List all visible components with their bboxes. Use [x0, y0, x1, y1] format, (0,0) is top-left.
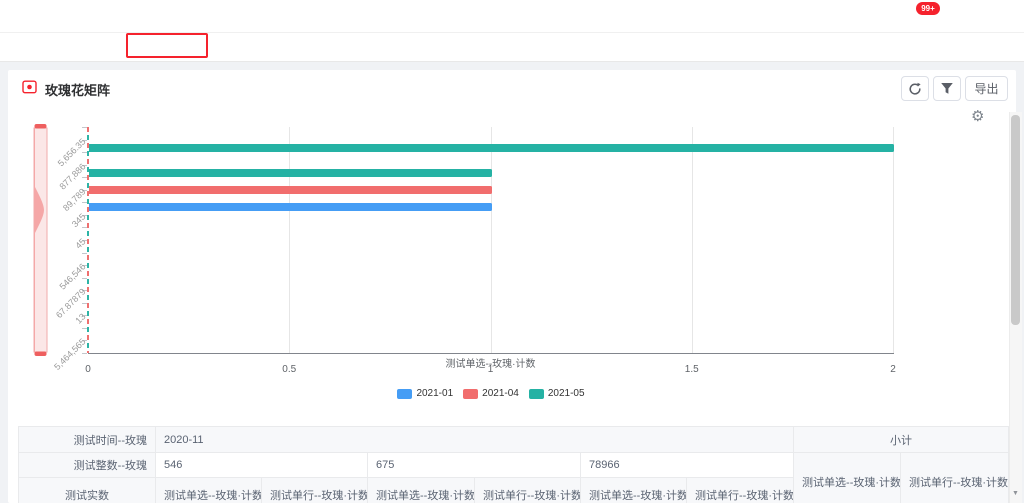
table-row: 测试整数--玫瑰 546 675 78966 测试单选--玫瑰·计数 测试单行-…: [19, 453, 1009, 478]
x-axis-tick-label: 0: [85, 364, 91, 375]
x-axis-tick-label: 1.5: [685, 364, 699, 375]
subtotal-col-header: 测试单行--玫瑰·计数: [901, 453, 1009, 503]
col-header: 测试单行--玫瑰·计数: [475, 478, 581, 503]
col-header: 测试单行--玫瑰·计数: [262, 478, 368, 503]
legend-item-2021-05[interactable]: 2021-05: [529, 388, 585, 399]
table-row: 测试时间--玫瑰 2020-11 小计: [19, 427, 1009, 453]
legend-item-2021-04[interactable]: 2021-04: [463, 388, 519, 399]
gridline: [289, 127, 290, 353]
y-axis-tick: [82, 177, 87, 178]
chart-legend: 2021-01 2021-04 2021-05: [88, 388, 894, 399]
subtotal-col-header: 测试单选--玫瑰·计数: [794, 453, 901, 503]
nav-bar: [0, 33, 1024, 62]
x-axis-line: [88, 353, 894, 354]
gridline: [491, 127, 492, 353]
table-cell: 675: [368, 453, 581, 478]
table-cell: 2020-11: [156, 427, 794, 453]
bar-2021-05: [89, 144, 894, 152]
y-axis-category-label: 45: [73, 236, 87, 250]
scrollbar-thumb[interactable]: [1011, 115, 1020, 325]
x-axis-title: 测试单选--玫瑰·计数: [446, 355, 536, 370]
bar-2021-05: [89, 169, 492, 177]
col-header: 测试单行--玫瑰·计数: [687, 478, 794, 503]
row-label: 测试实数: [19, 478, 156, 503]
y-axis-category-label: 546,546: [57, 262, 87, 292]
y-axis-tick: [82, 328, 87, 329]
summary-table: 测试时间--玫瑰 2020-11 小计 测试整数--玫瑰 546 675 789…: [18, 426, 1008, 503]
y-axis-tick: [82, 303, 87, 304]
row-label: 测试整数--玫瑰: [19, 453, 156, 478]
x-axis-tick-label: 2: [890, 364, 896, 375]
legend-label: 2021-05: [548, 388, 585, 399]
y-axis-category-label: 13: [73, 312, 87, 326]
bar-2021-01: [89, 203, 492, 211]
table-cell: 78966: [581, 453, 794, 478]
scrollbar-down-arrow-icon[interactable]: ▼: [1012, 490, 1019, 497]
col-header: 测试单选--玫瑰·计数: [581, 478, 687, 503]
y-axis-tick: [82, 152, 87, 153]
y-axis-tick: [82, 253, 87, 254]
gridline: [893, 127, 894, 353]
y-axis-category-label: 5,464,565: [52, 337, 87, 372]
legend-swatch: [529, 389, 544, 399]
y-axis-line: [87, 127, 89, 353]
notification-badge: 99+: [916, 2, 940, 15]
subtotal-header: 小计: [794, 427, 1009, 453]
legend-label: 2021-01: [416, 388, 453, 399]
y-axis-tick: [82, 278, 87, 279]
row-label: 测试时间--玫瑰: [19, 427, 156, 453]
legend-item-2021-01[interactable]: 2021-01: [397, 388, 453, 399]
legend-swatch: [397, 389, 412, 399]
gridline: [692, 127, 693, 353]
legend-swatch: [463, 389, 478, 399]
y-axis-tick: [82, 227, 87, 228]
table-cell: 546: [156, 453, 368, 478]
col-header: 测试单选--玫瑰·计数: [368, 478, 475, 503]
y-axis-tick: [82, 202, 87, 203]
top-header: [0, 0, 1024, 33]
x-axis-tick-label: 0.5: [282, 364, 296, 375]
bar-2021-04: [89, 186, 492, 194]
legend-label: 2021-04: [482, 388, 519, 399]
col-header: 测试单选--玫瑰·计数: [156, 478, 262, 503]
y-axis-tick: [82, 127, 87, 128]
y-axis-tick: [82, 353, 87, 354]
